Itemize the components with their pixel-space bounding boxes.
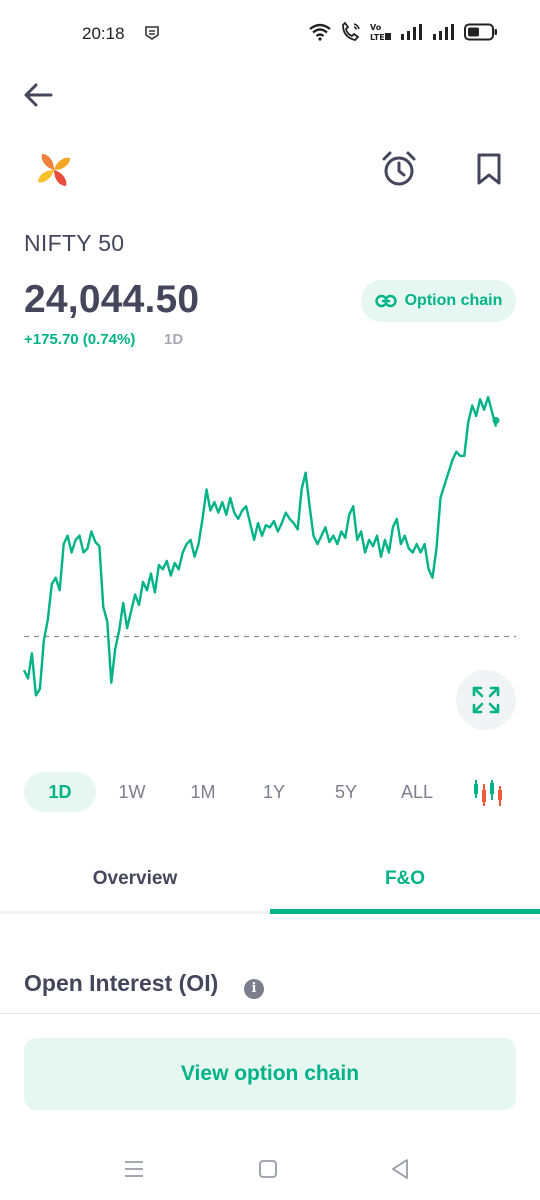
signal-icon (400, 23, 424, 46)
range-tab-all[interactable]: ALL (381, 772, 453, 812)
back-button[interactable] (20, 80, 56, 114)
tab-fno[interactable]: F&O (270, 850, 540, 908)
shield-icon (144, 25, 160, 46)
arrow-left-icon (23, 82, 53, 113)
price-alert-button[interactable] (376, 150, 422, 192)
current-price-dot (492, 417, 500, 424)
view-option-chain-button[interactable]: View option chain (24, 1038, 516, 1110)
range-tab-1m[interactable]: 1M (167, 772, 239, 812)
expand-chart-button[interactable] (456, 670, 516, 730)
expand-icon (471, 685, 501, 715)
menu-button[interactable] (114, 1154, 154, 1184)
bookmark-button[interactable] (466, 150, 512, 192)
home-square-icon (258, 1159, 278, 1179)
change-period: 1D (164, 331, 184, 348)
menu-icon (123, 1160, 145, 1178)
candlestick-toggle[interactable] (470, 778, 506, 808)
option-chain-label: Option chain (404, 292, 503, 309)
wifi-icon (308, 23, 332, 46)
battery-icon (464, 23, 498, 46)
bookmark-icon (475, 152, 503, 191)
range-tab-1y[interactable]: 1Y (238, 772, 310, 812)
index-price: 24,044.50 (24, 278, 200, 321)
wifi-calling-icon (340, 21, 362, 47)
tab-overview[interactable]: Overview (0, 850, 270, 908)
range-selector: 1D 1W 1M 1Y 5Y ALL (24, 772, 516, 812)
signal-icon (432, 23, 456, 46)
range-tab-1d[interactable]: 1D (24, 772, 96, 812)
nifty-logo (34, 150, 74, 190)
svg-text:Vo: Vo (370, 23, 382, 32)
range-tab-1w[interactable]: 1W (96, 772, 168, 812)
candlestick-icon (470, 778, 506, 808)
system-back-button[interactable] (380, 1154, 420, 1184)
status-icons: Vo LTE (308, 21, 498, 47)
info-icon[interactable]: i (244, 979, 264, 999)
svg-text:LTE: LTE (370, 33, 385, 42)
open-interest-title: Open Interest (OI) (24, 970, 219, 996)
price-chart (22, 395, 516, 697)
link-icon (374, 294, 397, 308)
status-bar: 20:18 Vo LTE (0, 0, 540, 70)
system-nav-bar (0, 1140, 540, 1200)
view-option-chain-label: View option chain (180, 1062, 360, 1085)
active-tab-indicator (270, 909, 540, 914)
back-triangle-icon (390, 1158, 410, 1180)
home-button[interactable] (248, 1154, 288, 1184)
price-line (22, 395, 498, 697)
divider (0, 1013, 540, 1014)
tab-bar: Overview F&O (0, 850, 540, 914)
volte-icon: Vo LTE (370, 22, 392, 47)
alarm-clock-icon (380, 150, 418, 193)
status-time: 20:18 (82, 24, 125, 43)
range-tab-5y[interactable]: 5Y (310, 772, 382, 812)
index-name: NIFTY 50 (24, 230, 125, 256)
price-change: +175.70 (0.74%) (24, 331, 136, 348)
option-chain-button[interactable]: Option chain (361, 280, 516, 322)
